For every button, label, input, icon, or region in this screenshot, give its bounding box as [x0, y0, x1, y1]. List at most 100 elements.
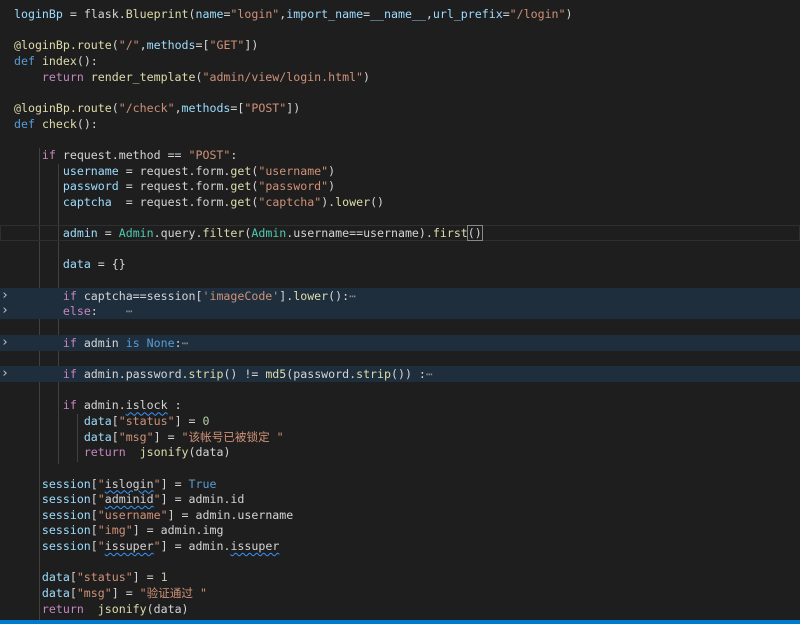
code-line[interactable] [0, 460, 800, 476]
code-line[interactable]: data["status"] = 0 [0, 413, 800, 429]
code-line[interactable] [0, 84, 800, 100]
code-line[interactable] [0, 319, 800, 335]
code-token: check [41, 116, 77, 131]
code-line[interactable] [0, 131, 800, 147]
code-text: if admin.password.strip() != md5(passwor… [14, 366, 433, 382]
code-text: data["msg"] = "验证通过 " [14, 585, 207, 601]
code-line[interactable]: data["msg"] = "该帐号已被锁定 " [0, 429, 800, 445]
code-text: session["adminid"] = admin.id [14, 491, 244, 507]
code-line[interactable]: session["issuper"] = admin.issuper [0, 538, 800, 554]
code-token: md5 [265, 366, 287, 381]
code-token: "该帐号已被锁定 " [181, 429, 284, 444]
code-line[interactable]: @loginBp.route("/",methods=["GET"]) [0, 37, 800, 53]
code-token: session [41, 539, 91, 554]
code-line[interactable]: loginBp = flask.Blueprint(name = "login", i… [0, 6, 800, 22]
code-token: captcha==session[ [76, 288, 203, 303]
code-line[interactable] [0, 554, 800, 570]
code-line[interactable] [0, 241, 800, 257]
code-token: ] = [153, 429, 182, 444]
code-text: data["msg"] = "该帐号已被锁定 " [14, 429, 284, 445]
code-text: data = {} [14, 256, 126, 272]
code-token: : [90, 304, 126, 319]
fold-chevron-icon[interactable]: › [1, 366, 11, 382]
code-line[interactable]: return jsonify(data) [0, 444, 800, 460]
code-token: Blueprint [125, 7, 189, 21]
code-line[interactable]: data["status"] = 1 [0, 569, 800, 585]
code-line[interactable]: if request.method == "POST": [0, 147, 800, 163]
code-token: data [41, 586, 70, 601]
code-token: name [195, 7, 224, 21]
code-token: [ [90, 507, 98, 522]
code-token: = [97, 226, 119, 241]
code-line[interactable] [0, 272, 800, 288]
fold-chevron-icon[interactable]: › [1, 288, 11, 304]
code-line[interactable]: if admin.islock : [0, 397, 800, 413]
code-token: [ [90, 523, 98, 538]
fold-chevron-icon[interactable]: › [1, 335, 11, 351]
code-line[interactable]: session["username"] = admin.username [0, 507, 800, 523]
code-line[interactable] [0, 382, 800, 398]
code-token: return [41, 601, 84, 616]
code-token: lower [293, 288, 329, 303]
code-line[interactable] [0, 22, 800, 38]
folded-code-line[interactable]: › if captcha==session['imageCode'].lower… [0, 287, 800, 304]
code-text: if request.method == "POST": [14, 147, 237, 163]
code-token: admin. [76, 398, 126, 413]
code-line[interactable]: admin = Admin.query.filter(Admin.usernam… [0, 225, 800, 242]
code-token: ] = admin.username [167, 507, 294, 522]
code-line[interactable]: @loginBp.route("/check",methods=["POST"]… [0, 100, 800, 116]
code-token: ] = [174, 413, 203, 428]
code-line[interactable]: def index(): [0, 53, 800, 69]
code-line[interactable]: captcha = request.form.get("captcha").lo… [0, 194, 800, 210]
code-token: (): [76, 116, 98, 131]
code-line[interactable]: return render_template("admin/view/login… [0, 69, 800, 85]
code-token: ⋯ [125, 304, 133, 319]
code-line[interactable]: data = {} [0, 256, 800, 272]
code-token: (data) [146, 601, 189, 616]
code-text: if admin is None:⋯ [14, 335, 189, 351]
code-text: session["username"] = admin.username [14, 507, 293, 523]
code-text: data["status"] = 1 [14, 569, 168, 585]
code-token: first [432, 226, 468, 241]
code-line[interactable]: session["islogin"] = True [0, 476, 800, 492]
code-line[interactable]: password = request.form.get("password") [0, 178, 800, 194]
folded-code-line[interactable]: › if admin is None:⋯ [0, 334, 800, 351]
code-line[interactable]: username = request.form.get("username") [0, 163, 800, 179]
code-token: [ [69, 586, 77, 601]
code-token: islock [125, 398, 168, 413]
code-line[interactable]: return jsonify(data) [0, 601, 800, 617]
code-line[interactable] [0, 209, 800, 225]
code-token: @loginBp.route [14, 100, 112, 115]
code-token: request.method == [55, 147, 189, 162]
code-token: get [230, 163, 252, 178]
code-token: "POST" [244, 100, 287, 115]
code-token: username [62, 163, 119, 178]
code-editor[interactable]: loginBp = flask.Blueprint(name="login",i… [0, 0, 800, 624]
code-token: if [62, 335, 77, 350]
code-token: password [62, 179, 119, 194]
code-token: " [153, 539, 161, 554]
code-token: __name__ [370, 7, 426, 21]
status-bar-edge [0, 620, 800, 624]
code-line[interactable]: session["adminid"] = admin.id [0, 491, 800, 507]
fold-chevron-icon[interactable]: › [1, 303, 11, 319]
code-line[interactable]: def check(): [0, 116, 800, 132]
folded-code-line[interactable]: › else: ⋯ [0, 303, 800, 320]
code-token: (): [76, 53, 98, 68]
code-line[interactable] [0, 350, 800, 366]
folded-code-line[interactable]: › if admin.password.strip() != md5(passw… [0, 365, 800, 382]
code-token: = {} [90, 257, 126, 272]
code-line[interactable]: data["msg"] = "验证通过 " [0, 585, 800, 601]
code-token: import_name [286, 7, 364, 21]
code-token: : [174, 335, 182, 350]
code-token: session [41, 507, 91, 522]
code-text: @loginBp.route("/",methods=["GET"]) [14, 37, 258, 53]
code-token: "login" [230, 7, 280, 21]
code-line[interactable]: session["img"] = admin.img [0, 522, 800, 538]
code-token: session [41, 476, 91, 491]
